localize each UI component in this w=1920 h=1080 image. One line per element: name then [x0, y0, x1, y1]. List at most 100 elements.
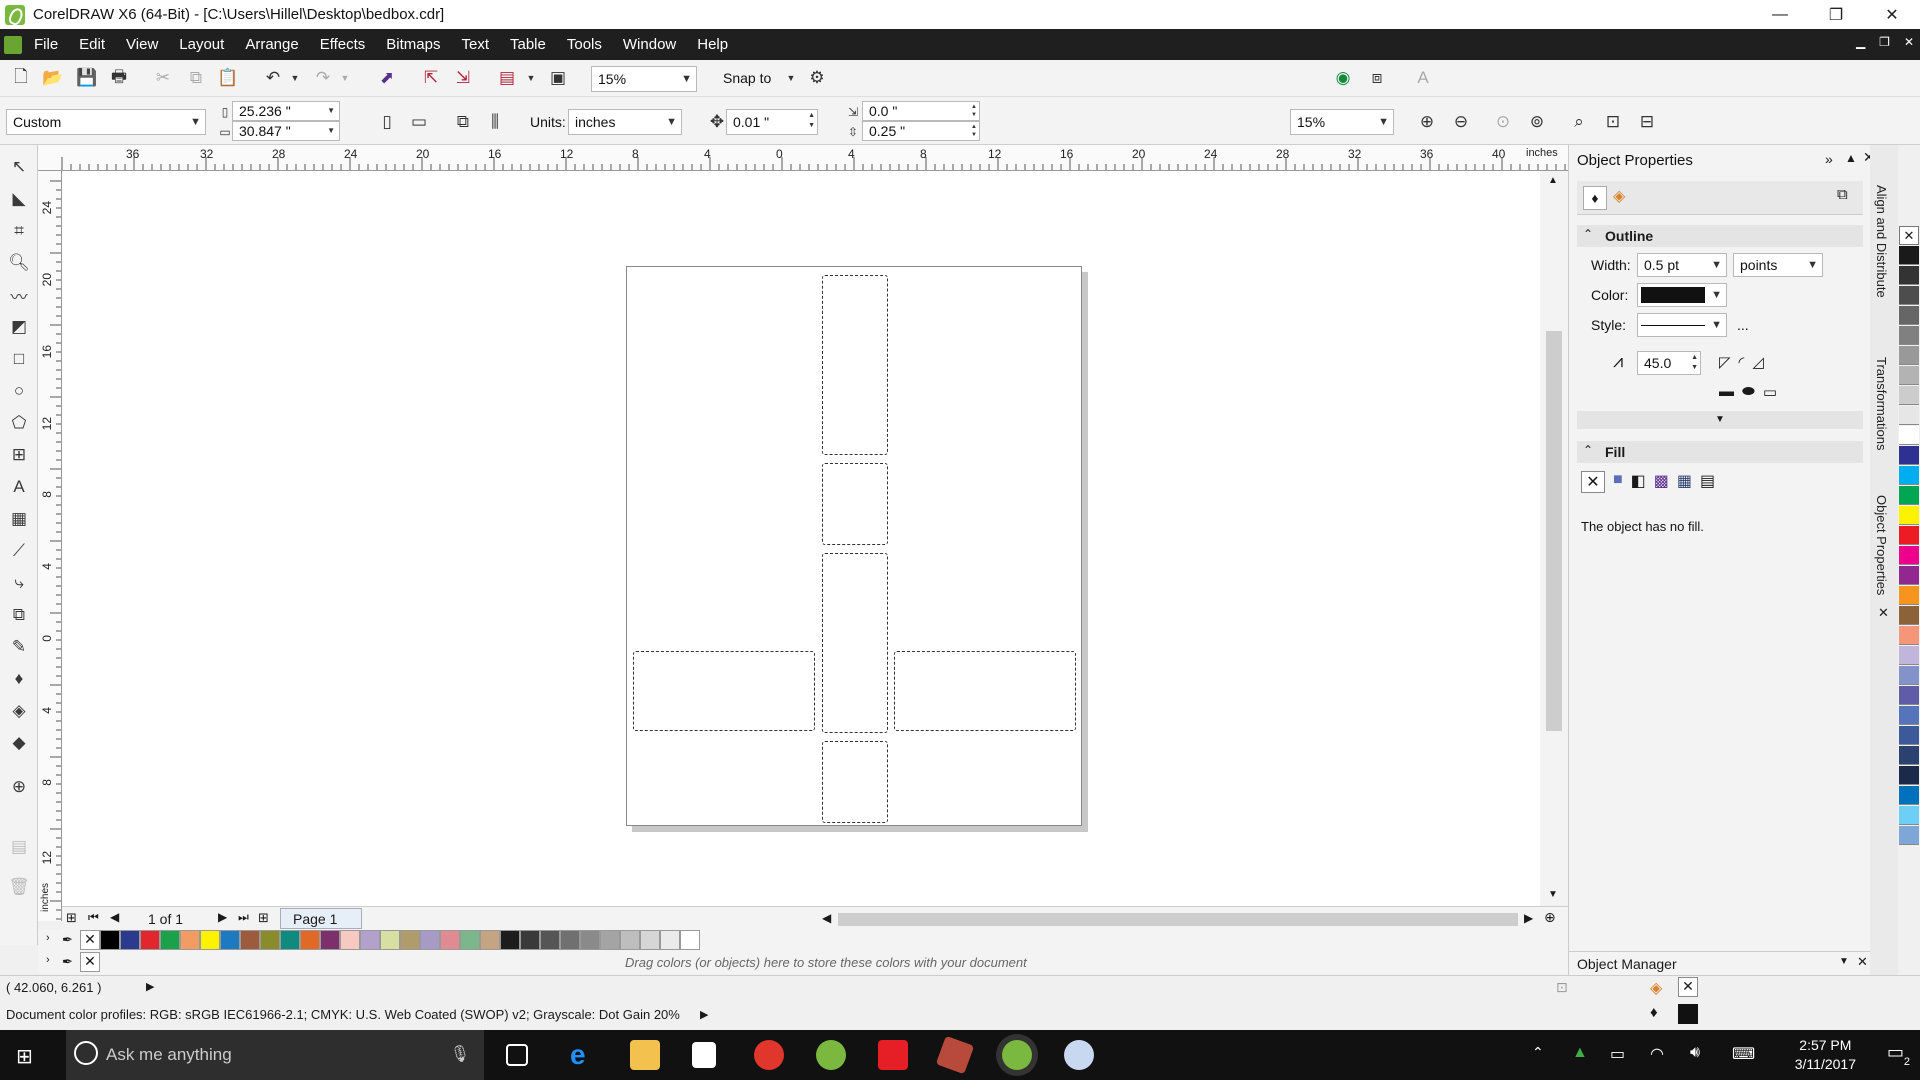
round-cap-icon[interactable]: ⬬: [1742, 383, 1755, 401]
outline-style-combo[interactable]: ▼: [1637, 313, 1727, 337]
outline-pen-icon[interactable]: ♦: [7, 667, 31, 691]
postscript-fill-icon[interactable]: ▤: [1700, 471, 1715, 493]
palette-swatch[interactable]: [440, 930, 460, 950]
docpal-expand-icon[interactable]: ›: [46, 954, 50, 966]
smart-fill-tool-icon[interactable]: ◩: [7, 315, 31, 339]
right-palette-swatch[interactable]: [1899, 606, 1919, 625]
status-no-fill-icon[interactable]: ✕: [1678, 977, 1698, 997]
palette-swatch[interactable]: [300, 930, 320, 950]
outline-tab-icon[interactable]: ♦: [1583, 186, 1607, 210]
palette-swatch[interactable]: [100, 930, 120, 950]
object-manager-header[interactable]: Object Manager ▼ ✕: [1569, 951, 1871, 975]
right-palette-swatch[interactable]: [1899, 826, 1919, 845]
palette-swatch[interactable]: [220, 930, 240, 950]
fill-collapse-icon[interactable]: ⌃: [1583, 443, 1593, 457]
palette-swatch[interactable]: [580, 930, 600, 950]
zoom-page-icon[interactable]: ⌕: [1566, 109, 1592, 135]
right-palette-swatch[interactable]: [1899, 766, 1919, 785]
vertical-ruler[interactable]: 24 20 16 12 8 4 0 4 8 12 inches: [38, 171, 62, 921]
keyboard-icon[interactable]: ⌨: [1732, 1044, 1755, 1064]
zoom-page-height-icon[interactable]: ⊟: [1634, 109, 1660, 135]
publish-dropdown-icon[interactable]: ▼: [518, 65, 544, 91]
polygon-tool-icon[interactable]: ⬠: [7, 411, 31, 435]
object-manager-collapse-icon[interactable]: ▼: [1839, 956, 1849, 967]
duplicate-distance-x-input[interactable]: 0.0 " ▲ ▼: [862, 101, 980, 121]
add-page-before-icon[interactable]: ⊞: [66, 910, 77, 926]
options-icon[interactable]: ⚙: [804, 65, 830, 91]
last-page-icon[interactable]: ⏭: [238, 910, 249, 925]
page-size-combo[interactable]: Custom ▼: [6, 109, 206, 135]
task-view-icon[interactable]: [506, 1044, 528, 1066]
right-palette-swatch[interactable]: [1899, 486, 1919, 505]
redo-dropdown-icon[interactable]: ▼: [332, 65, 358, 91]
right-palette-swatch[interactable]: [1899, 746, 1919, 765]
freehand-tool-icon[interactable]: 〰: [7, 283, 31, 307]
ellipse-tool-icon[interactable]: ○: [7, 379, 31, 403]
new-document-icon[interactable]: 🗋: [8, 65, 34, 91]
connector-tool-icon[interactable]: ⤷: [7, 571, 31, 595]
palette-swatch[interactable]: [160, 930, 180, 950]
text-tool-icon[interactable]: A: [7, 475, 31, 499]
print-icon[interactable]: 🖶: [106, 65, 132, 91]
edge-browser-icon[interactable]: e: [570, 1040, 600, 1070]
copy-icon[interactable]: ⧉: [183, 65, 209, 91]
right-palette-swatch[interactable]: [1899, 266, 1919, 285]
current-page-icon[interactable]: ⫼: [482, 109, 508, 135]
object-manager-close-icon[interactable]: ✕: [1857, 954, 1868, 970]
paste-icon[interactable]: 📋: [215, 65, 241, 91]
file-explorer-icon[interactable]: [630, 1040, 660, 1070]
table-tool-icon[interactable]: ▦: [7, 507, 31, 531]
doc-restore-icon[interactable]: ❐: [1879, 35, 1890, 49]
minimize-button[interactable]: —: [1752, 0, 1808, 29]
palette-swatch[interactable]: [320, 930, 340, 950]
vertical-scrollbar[interactable]: ▲ ▼: [1540, 171, 1568, 906]
zoom-navigator-icon[interactable]: ⊕: [1544, 909, 1556, 926]
object-properties-tab[interactable]: Object Properties: [1874, 495, 1889, 595]
status-outline-color-swatch[interactable]: [1678, 1004, 1698, 1024]
status-outline-icon[interactable]: ♦: [1650, 1004, 1658, 1021]
zoom-level-combo[interactable]: 15% ▼: [591, 66, 697, 92]
right-palette-swatch[interactable]: [1899, 686, 1919, 705]
document-icon[interactable]: [4, 35, 22, 54]
status-fill-icon[interactable]: ◈: [1650, 978, 1662, 998]
palette-swatch[interactable]: [120, 930, 140, 950]
butt-cap-icon[interactable]: ▬: [1719, 383, 1734, 401]
right-palette-swatch[interactable]: [1899, 546, 1919, 565]
box-panel-left[interactable]: [633, 651, 815, 731]
cut-icon[interactable]: ✂: [150, 65, 176, 91]
outline-style-more-button[interactable]: ...: [1737, 317, 1749, 333]
shape-tool-icon[interactable]: ◣: [7, 187, 31, 211]
no-fill-icon[interactable]: ✕: [1581, 471, 1605, 493]
page-tab[interactable]: Page 1: [280, 908, 362, 929]
fill-tool-icon[interactable]: ◈: [7, 699, 31, 723]
undo-dropdown-icon[interactable]: ▼: [282, 65, 308, 91]
all-pages-icon[interactable]: ⧉: [450, 109, 476, 135]
pick-tool-icon[interactable]: ↖: [7, 155, 31, 179]
bevel-corner-icon[interactable]: ◿: [1752, 353, 1764, 371]
zoom-out-icon[interactable]: ⊖: [1448, 109, 1474, 135]
right-palette-swatch[interactable]: [1899, 366, 1919, 385]
zoom-all-objects-icon[interactable]: ⊚: [1524, 109, 1550, 135]
export-icon[interactable]: ⇲: [450, 65, 476, 91]
palette-swatch[interactable]: [260, 930, 280, 950]
palette-swatch[interactable]: [460, 930, 480, 950]
chrome-icon[interactable]: [754, 1040, 784, 1070]
outline-expand-icon[interactable]: ▼: [1577, 411, 1863, 429]
horizontal-scroll-thumb[interactable]: [838, 913, 1518, 926]
right-no-color-swatch[interactable]: ✕: [1899, 226, 1919, 245]
doc-minimize-icon[interactable]: ▁: [1856, 35, 1865, 49]
palette-swatch[interactable]: [240, 930, 260, 950]
store-icon[interactable]: [692, 1042, 716, 1068]
right-palette-swatch[interactable]: [1899, 306, 1919, 325]
volume-icon[interactable]: 🔊︎: [1690, 1044, 1700, 1062]
zoom-page-width-icon[interactable]: ⊡: [1600, 109, 1626, 135]
box-panel-center[interactable]: [822, 553, 888, 733]
right-palette-swatch[interactable]: [1899, 386, 1919, 405]
palette-swatch[interactable]: [180, 930, 200, 950]
right-palette-swatch[interactable]: [1899, 706, 1919, 725]
right-palette-swatch[interactable]: [1899, 806, 1919, 825]
square-cap-icon[interactable]: ▭: [1763, 383, 1777, 401]
landscape-icon[interactable]: ▭: [406, 109, 432, 135]
palette-swatch[interactable]: [380, 930, 400, 950]
zoom-selected-icon[interactable]: ⊙: [1490, 109, 1516, 135]
